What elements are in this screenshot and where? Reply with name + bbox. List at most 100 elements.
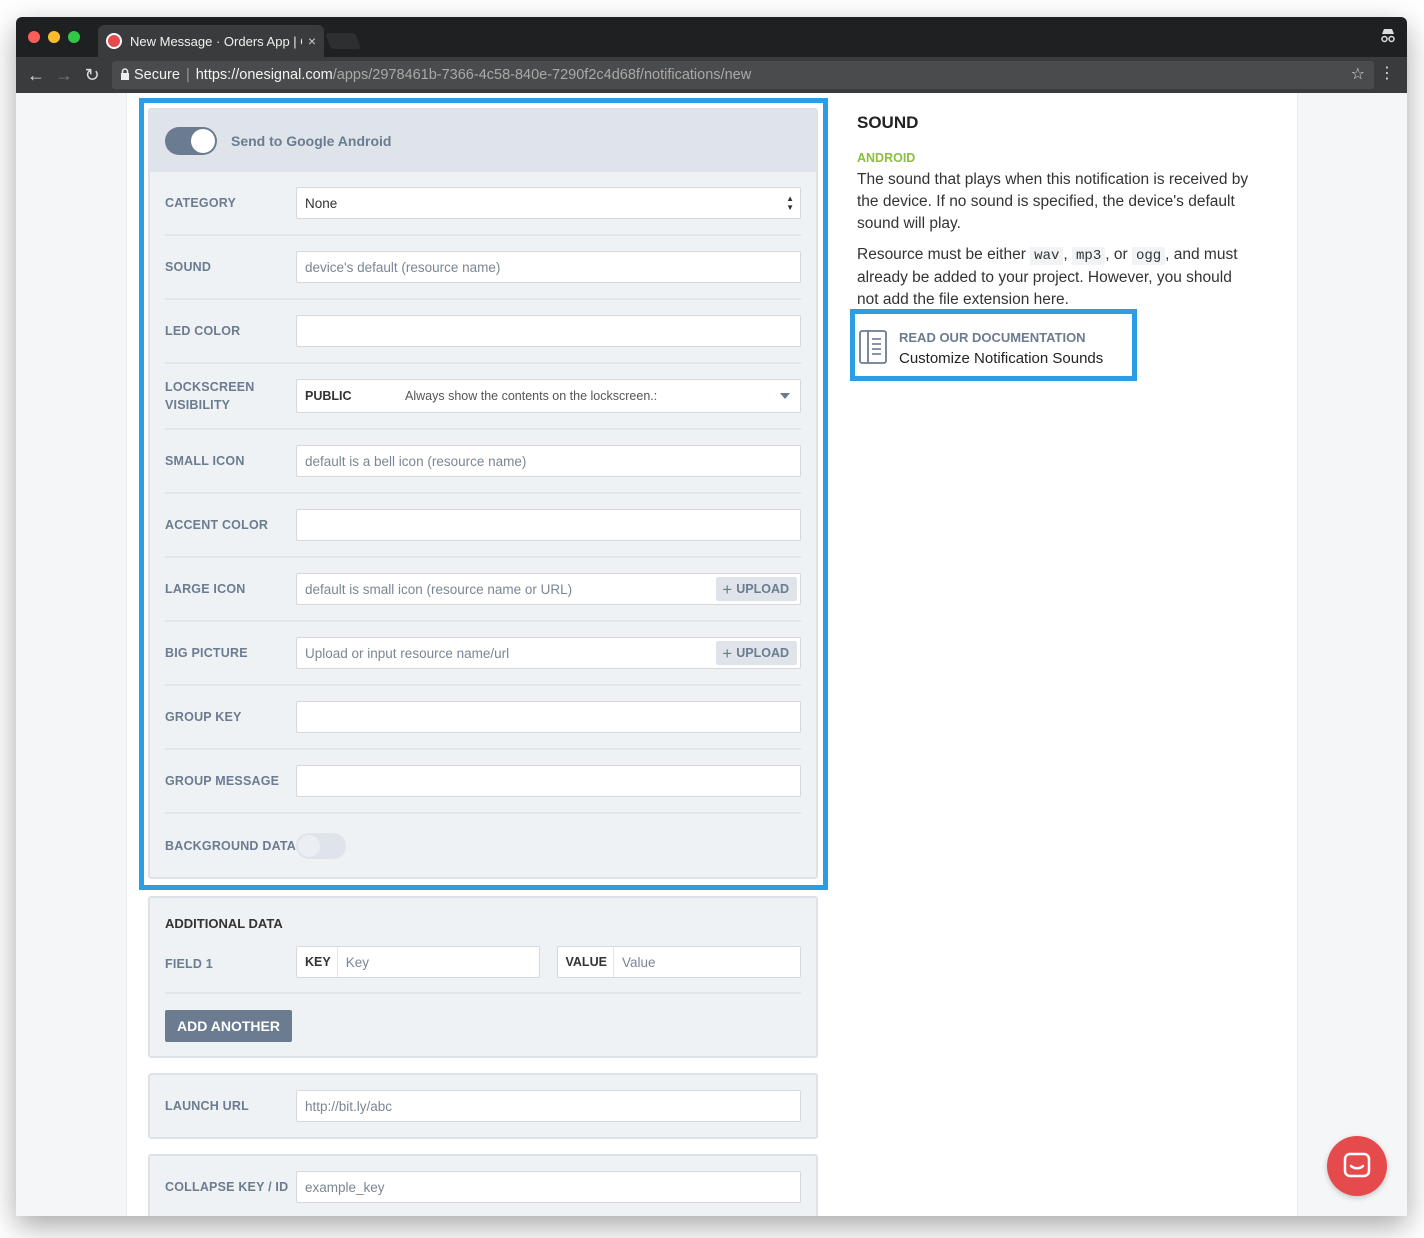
accent-color-row: ACCENT COLOR <box>165 494 801 558</box>
group-message-input[interactable] <box>296 765 801 797</box>
url-separator: | <box>185 67 190 83</box>
android-card-header: Send to Google Android <box>150 110 816 172</box>
accent-color-input[interactable] <box>296 509 801 541</box>
collapse-key-input[interactable]: example_key <box>296 1171 801 1203</box>
group-key-row: GROUP KEY <box>165 686 801 750</box>
background-data-label: BACKGROUND DATA <box>165 839 296 853</box>
tab-close-icon[interactable]: × <box>308 33 316 49</box>
sound-input[interactable]: device's default (resource name) <box>296 251 801 283</box>
reload-icon[interactable]: ↻ <box>78 65 106 86</box>
address-bar[interactable]: Secure | https://onesignal.com /apps/297… <box>112 61 1374 89</box>
doc-link-text[interactable]: Customize Notification Sounds <box>899 348 1103 370</box>
android-header-label: Send to Google Android <box>231 133 392 149</box>
code-wav: wav <box>1030 247 1064 265</box>
favicon-icon <box>106 33 122 49</box>
para2-prefix: Resource must be either <box>857 246 1031 263</box>
help-platform: ANDROID <box>857 151 916 165</box>
group-key-input[interactable] <box>296 701 801 733</box>
minimize-window-button[interactable] <box>48 31 60 43</box>
help-panel: SOUND ANDROID The sound that plays when … <box>857 113 1257 367</box>
large-icon-upload-button[interactable]: + UPLOAD <box>716 577 797 601</box>
doc-heading: READ OUR DOCUMENTATION <box>899 330 1086 345</box>
tab-title: New Message · Orders App | O <box>130 33 302 49</box>
group-key-label: GROUP KEY <box>165 710 242 724</box>
doc-text: READ OUR DOCUMENTATION Customize Notific… <box>899 328 1103 370</box>
browser-tab[interactable]: New Message · Orders App | O × <box>98 25 324 57</box>
value-placeholder: Value <box>621 954 656 970</box>
document-icon <box>859 330 887 364</box>
lockscreen-row: LOCKSCREEN VISIBILITY PUBLIC Always show … <box>165 364 801 430</box>
add-another-button[interactable]: ADD ANOTHER <box>165 1010 292 1042</box>
launch-url-row: LAUNCH URL http://bit.ly/abc <box>165 1075 801 1137</box>
led-color-row: LED COLOR <box>165 300 801 364</box>
code-ogg: ogg <box>1131 247 1166 265</box>
new-tab-button[interactable] <box>325 33 361 49</box>
large-icon-label: LARGE ICON <box>165 582 246 596</box>
chevron-down-icon <box>780 393 790 399</box>
big-picture-input[interactable]: Upload or input resource name/url + UPLOA… <box>296 637 801 669</box>
close-window-button[interactable] <box>28 31 40 43</box>
para2-sep2: , or <box>1105 246 1132 263</box>
field-1-label: FIELD 1 <box>165 957 213 971</box>
incognito-icon <box>1379 27 1397 45</box>
android-settings-card: Send to Google Android CATEGORY None ▲ ▼ … <box>148 108 818 879</box>
upload-label: UPLOAD <box>736 582 789 596</box>
chat-launcher-button[interactable] <box>1327 1136 1387 1196</box>
led-color-label: LED COLOR <box>165 324 241 338</box>
big-picture-upload-button[interactable]: + UPLOAD <box>716 641 797 665</box>
lockscreen-select[interactable]: PUBLIC Always show the contents on the l… <box>296 379 801 413</box>
value-input[interactable]: VALUE Value <box>556 946 801 978</box>
documentation-link[interactable]: READ OUR DOCUMENTATION Customize Notific… <box>859 328 1103 370</box>
title-bar: New Message · Orders App | O × <box>16 17 1407 57</box>
lock-icon <box>120 67 130 83</box>
launch-url-rows: LAUNCH URL http://bit.ly/abc <box>150 1075 816 1137</box>
lockscreen-description: Always show the contents on the lockscre… <box>405 389 658 403</box>
key-placeholder: Key <box>345 954 369 970</box>
key-label: KEY <box>297 947 338 977</box>
field-1-row: FIELD 1 KEY Key VALUE Value <box>165 946 801 994</box>
browser-toolbar: ← → ↻ Secure | https://onesignal.com /ap… <box>16 57 1407 93</box>
collapse-key-card: COLLAPSE KEY / ID example_key <box>148 1154 818 1216</box>
lockscreen-value: PUBLIC <box>305 389 352 403</box>
category-row: CATEGORY None ▲ ▼ <box>165 172 801 236</box>
menu-icon[interactable]: ⋮ <box>1379 63 1395 83</box>
collapse-key-label: COLLAPSE KEY / ID <box>165 1180 289 1194</box>
lockscreen-label: LOCKSCREEN VISIBILITY <box>165 378 296 414</box>
category-value: None <box>305 195 338 211</box>
collapse-key-row: COLLAPSE KEY / ID example_key <box>165 1156 801 1216</box>
launch-url-input[interactable]: http://bit.ly/abc <box>296 1090 801 1122</box>
help-paragraph-1: The sound that plays when this notificat… <box>857 171 1249 232</box>
additional-data-title: ADDITIONAL DATA <box>165 916 283 931</box>
forward-arrow-icon[interactable]: → <box>50 65 78 86</box>
large-icon-placeholder: default is small icon (resource name or … <box>305 581 573 597</box>
maximize-window-button[interactable] <box>68 31 80 43</box>
accent-color-label: ACCENT COLOR <box>165 518 269 532</box>
android-toggle[interactable] <box>165 127 217 155</box>
chat-icon <box>1343 1152 1371 1178</box>
launch-url-card: LAUNCH URL http://bit.ly/abc <box>148 1073 818 1139</box>
toggle-knob <box>191 129 215 153</box>
large-icon-input[interactable]: default is small icon (resource name or … <box>296 573 801 605</box>
big-picture-placeholder: Upload or input resource name/url <box>305 645 510 661</box>
page-container: Send to Google Android CATEGORY None ▲ ▼ … <box>126 93 1298 1216</box>
key-input[interactable]: KEY Key <box>296 946 540 978</box>
value-label: VALUE <box>558 947 614 977</box>
back-arrow-icon[interactable]: ← <box>22 65 50 86</box>
sound-label: SOUND <box>165 260 212 274</box>
star-icon[interactable]: ☆ <box>1351 64 1365 84</box>
browser-window: New Message · Orders App | O × ← → ↻ Sec… <box>16 17 1407 1216</box>
small-icon-label: SMALL ICON <box>165 454 245 468</box>
para2-sep1: , <box>1063 246 1073 263</box>
category-label: CATEGORY <box>165 196 237 210</box>
url-path: /apps/2978461b-7366-4c58-840e-7290f2c4d6… <box>332 67 752 83</box>
background-data-toggle[interactable] <box>296 833 346 859</box>
small-icon-row: SMALL ICON default is a bell icon (resou… <box>165 430 801 494</box>
lockscreen-label-line1: LOCKSCREEN <box>165 380 255 394</box>
small-icon-input[interactable]: default is a bell icon (resource name) <box>296 445 801 477</box>
led-color-input[interactable] <box>296 315 801 347</box>
category-select[interactable]: None ▲ ▼ <box>296 187 801 219</box>
background-data-row: BACKGROUND DATA <box>165 814 801 878</box>
select-arrows-icon: ▲ ▼ <box>786 194 794 212</box>
launch-url-label: LAUNCH URL <box>165 1099 249 1113</box>
sound-row: SOUND device's default (resource name) <box>165 236 801 300</box>
